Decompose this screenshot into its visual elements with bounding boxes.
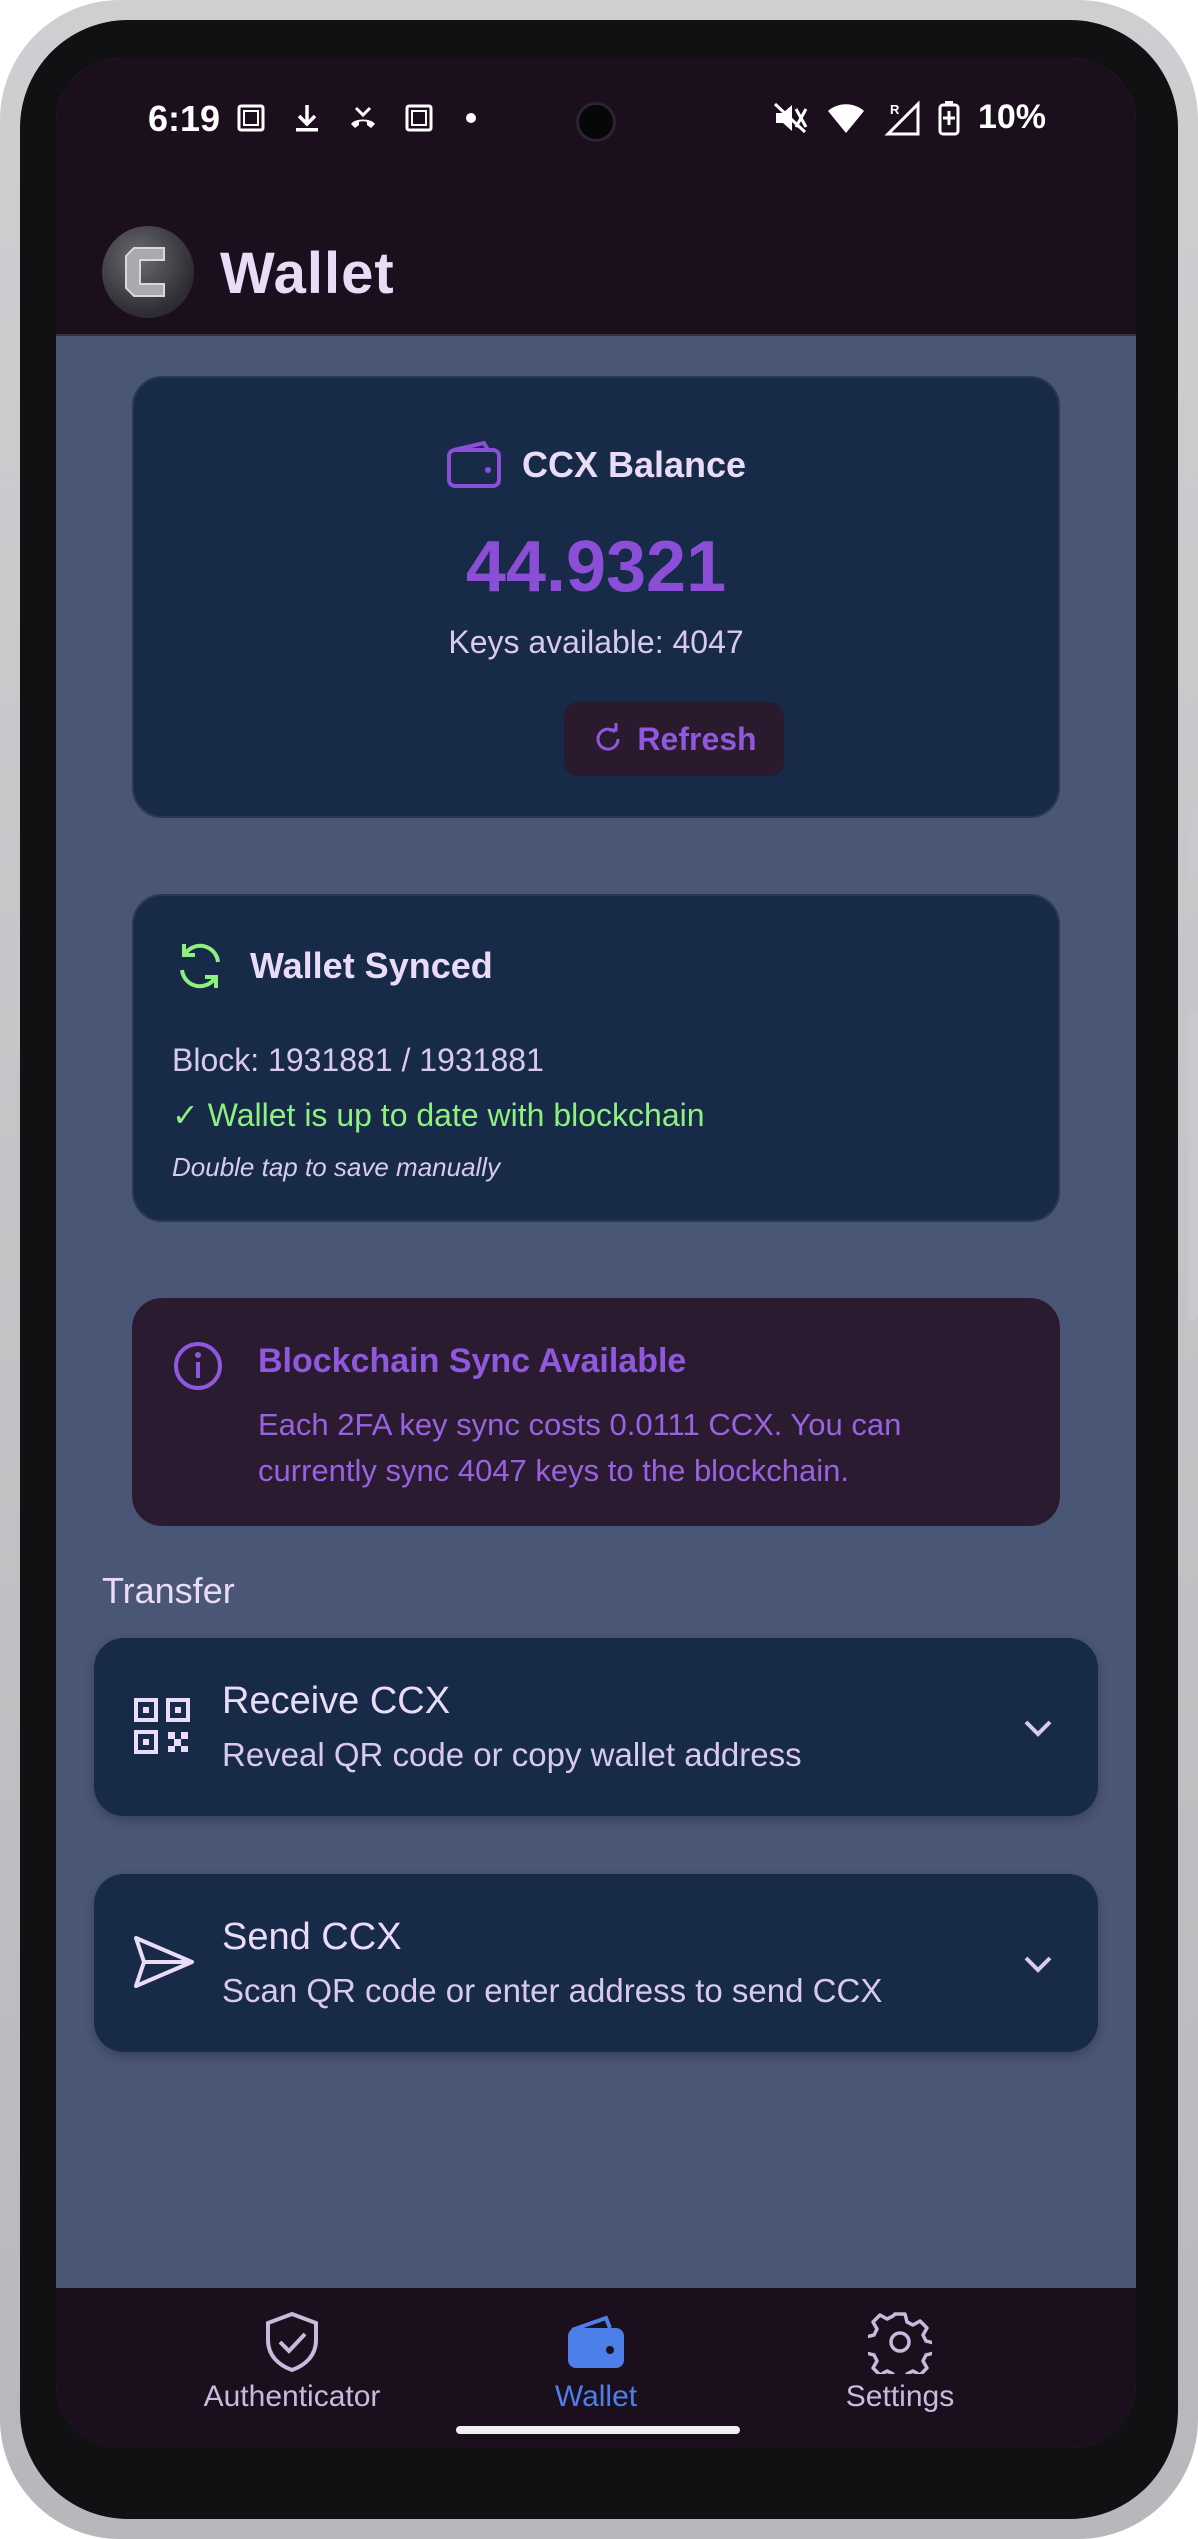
signal-icon: R xyxy=(884,99,920,135)
receive-ccx-card[interactable]: Receive CCX Reveal QR code or copy walle… xyxy=(94,1638,1098,1816)
wallet-icon xyxy=(568,2315,624,2368)
gear-icon xyxy=(868,2312,932,2374)
notification-icons xyxy=(236,102,476,134)
sync-status-text: ✓ Wallet is up to date with blockchain xyxy=(172,1097,705,1133)
nav-item-settings[interactable]: Settings xyxy=(750,2310,1050,2414)
chevron-down-icon[interactable] xyxy=(1018,1944,1058,1984)
save-hint: Double tap to save manually xyxy=(172,1152,501,1182)
info-text: Each 2FA key sync costs 0.0111 CCX. You … xyxy=(258,1407,902,1488)
send-icon xyxy=(134,1936,194,1988)
status-time: 6:19 xyxy=(148,98,221,139)
blockchain-sync-info-card: Blockchain Sync Available Each 2FA key s… xyxy=(132,1298,1060,1526)
home-indicator[interactable] xyxy=(456,2426,740,2434)
transfer-section-label: Transfer xyxy=(102,1570,235,1611)
app-bar: Wallet xyxy=(56,176,1136,336)
bottom-navigation: Authenticator Wallet Settings xyxy=(56,2288,1136,2448)
mute-icon xyxy=(773,102,808,133)
balance-card: CCX Balance 44.9321 Keys available: 4047… xyxy=(132,376,1060,818)
nav-label-wallet: Wallet xyxy=(554,2380,638,2413)
wifi-icon xyxy=(827,103,864,133)
keys-available: Keys available: 4047 xyxy=(448,624,744,660)
block-height: Block: 1931881 / 1931881 xyxy=(172,1042,544,1078)
send-ccx-card[interactable]: Send CCX Scan QR code or enter address t… xyxy=(94,1874,1098,2052)
status-bar: 6:19 R 10% xyxy=(56,58,1136,176)
screen: 6:19 R 10% Wallet CCX Balance 44.9321 Ke… xyxy=(56,58,1136,2448)
receive-title: Receive CCX xyxy=(222,1680,451,1722)
wallet-icon xyxy=(446,440,501,488)
screenshot-icon xyxy=(237,104,265,132)
battery-percent: 10% xyxy=(977,98,1046,136)
sync-header: Wallet Synced xyxy=(172,938,493,994)
send-subtitle: Scan QR code or enter address to send CC… xyxy=(222,1972,883,2009)
refresh-icon xyxy=(596,723,620,751)
sync-title: Wallet Synced xyxy=(250,945,493,986)
missed-call-icon xyxy=(351,106,375,128)
system-icons: R 10% xyxy=(772,98,1046,137)
refresh-button[interactable]: Refresh xyxy=(564,702,784,776)
page-title: Wallet xyxy=(220,241,395,306)
front-camera xyxy=(576,102,616,142)
nav-label-authenticator: Authenticator xyxy=(203,2380,381,2413)
nav-item-authenticator[interactable]: Authenticator xyxy=(142,2310,442,2414)
shield-check-icon xyxy=(266,2311,318,2373)
side-button xyxy=(1188,800,1198,880)
sync-status-card[interactable]: Wallet Synced Block: 1931881 / 1931881 ✓… xyxy=(132,894,1060,1222)
balance-header: CCX Balance xyxy=(134,440,1058,490)
battery-icon xyxy=(938,100,960,135)
refresh-label: Refresh xyxy=(637,720,757,757)
balance-amount: 44.9321 xyxy=(465,527,727,607)
info-title: Blockchain Sync Available xyxy=(258,1342,687,1380)
chevron-down-icon[interactable] xyxy=(1018,1708,1058,1748)
info-icon xyxy=(174,1342,222,1390)
nav-label-settings: Settings xyxy=(845,2380,955,2413)
screenshot-icon xyxy=(405,104,433,132)
side-button xyxy=(1188,1010,1198,1320)
svg-text:R: R xyxy=(890,102,900,117)
send-title: Send CCX xyxy=(222,1916,402,1958)
qr-code-icon xyxy=(134,1698,190,1754)
c-logo-icon xyxy=(102,226,194,318)
download-icon xyxy=(296,105,318,132)
sync-icon xyxy=(180,943,220,989)
balance-label: CCX Balance xyxy=(521,444,747,485)
receive-subtitle: Reveal QR code or copy wallet address xyxy=(222,1736,802,1773)
nav-item-wallet[interactable]: Wallet xyxy=(446,2310,746,2414)
more-notifications-dot xyxy=(466,113,476,123)
